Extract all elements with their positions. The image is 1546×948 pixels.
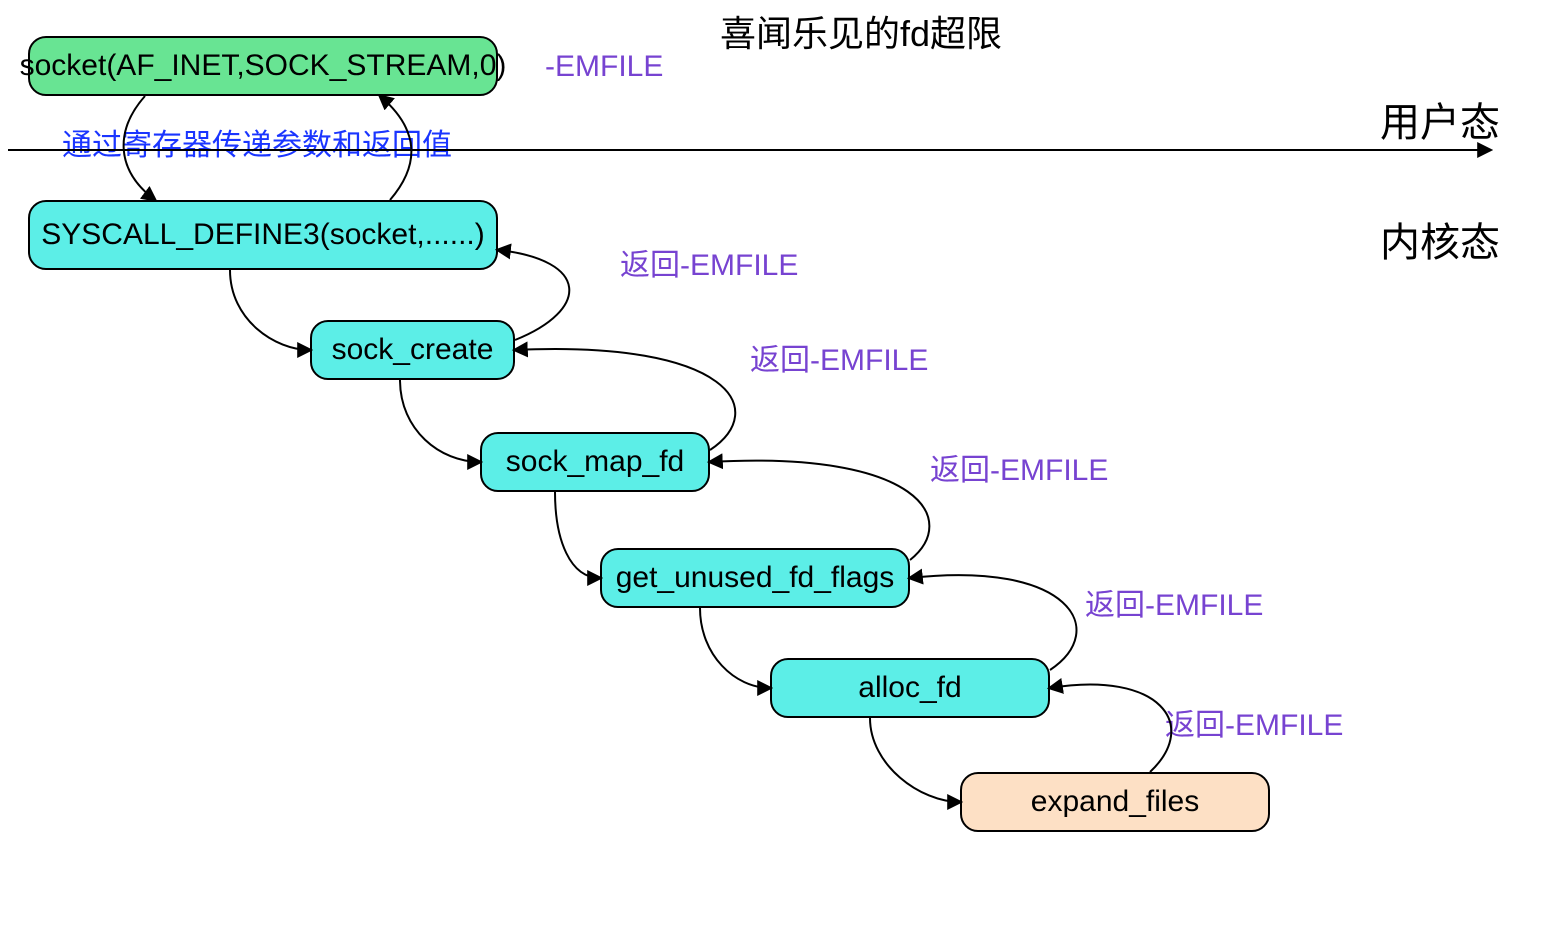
arrow-expandfiles-to-allocfd xyxy=(1050,685,1171,772)
annotation-return-emfile-1: 返回-EMFILE xyxy=(620,240,798,284)
node-alloc-fd-label: alloc_fd xyxy=(858,671,961,705)
node-get-unused-fd-flags-label: get_unused_fd_flags xyxy=(616,561,895,595)
arrow-sockcreate-to-sockmapfd xyxy=(400,380,480,462)
zone-user-label: 用户态 xyxy=(1380,90,1500,148)
node-sock-map-fd-label: sock_map_fd xyxy=(506,445,684,479)
node-syscall-define-label: SYSCALL_DEFINE3(socket,......) xyxy=(41,218,484,252)
node-syscall-define: SYSCALL_DEFINE3(socket,......) xyxy=(28,200,498,270)
node-get-unused-fd-flags: get_unused_fd_flags xyxy=(600,548,910,608)
arrow-allocfd-to-expandfiles xyxy=(870,718,960,802)
diagram-title: 喜闻乐见的fd超限 xyxy=(720,5,1002,57)
arrow-sockmapfd-to-getunused xyxy=(555,492,600,578)
diagram-stage: 喜闻乐见的fd超限 用户态 内核态 socket(AF_INET,SOCK_ST… xyxy=(0,0,1546,948)
annotation-emfile-top: -EMFILE xyxy=(545,50,663,84)
annotation-register-note: 通过寄存器传递参数和返回值 xyxy=(62,120,452,164)
node-sock-create: sock_create xyxy=(310,320,515,380)
arrow-getunused-to-sockmapfd xyxy=(710,461,929,560)
node-sock-create-label: sock_create xyxy=(332,333,494,367)
node-alloc-fd: alloc_fd xyxy=(770,658,1050,718)
annotation-return-emfile-2: 返回-EMFILE xyxy=(750,335,928,379)
node-expand-files: expand_files xyxy=(960,772,1270,832)
arrow-syscall-to-sockcreate xyxy=(230,270,310,350)
node-sock-map-fd: sock_map_fd xyxy=(480,432,710,492)
node-socket-call-label: socket(AF_INET,SOCK_STREAM,0) xyxy=(20,49,507,83)
annotation-return-emfile-5: 返回-EMFILE xyxy=(1165,700,1343,744)
node-expand-files-label: expand_files xyxy=(1031,785,1199,819)
zone-kernel-label: 内核态 xyxy=(1380,210,1500,268)
node-socket-call: socket(AF_INET,SOCK_STREAM,0) xyxy=(28,36,498,96)
annotation-return-emfile-4: 返回-EMFILE xyxy=(1085,580,1263,624)
arrow-allocfd-to-getunused xyxy=(910,575,1076,670)
annotation-return-emfile-3: 返回-EMFILE xyxy=(930,445,1108,489)
arrow-getunused-to-allocfd xyxy=(700,608,770,688)
